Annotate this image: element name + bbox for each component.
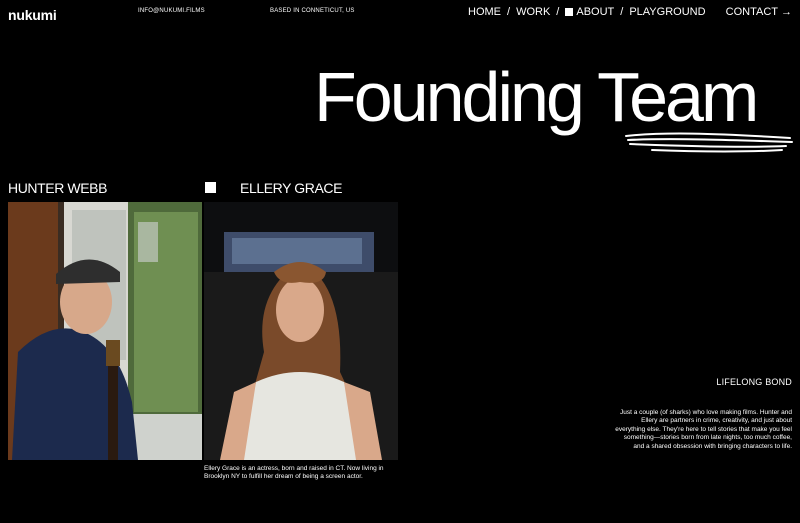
brand-logo[interactable]: nukumi (8, 7, 57, 23)
section-heading: LIFELONG BOND (716, 377, 792, 387)
arrow-right-icon: → (781, 6, 792, 18)
nav-item-work[interactable]: WORK (516, 6, 550, 18)
page-title: Founding Team (314, 58, 759, 136)
nav-item-home[interactable]: HOME (468, 6, 501, 18)
main-nav: HOME / WORK / ABOUT / PLAYGROUND (468, 6, 706, 18)
location-text: BASED IN CONNETICUT, US (270, 8, 355, 14)
email-link[interactable]: INFO@NUKUMI.FILMS (138, 8, 205, 14)
nav-separator: / (620, 6, 624, 18)
underline-scribble-icon (625, 132, 793, 153)
square-icon (205, 182, 216, 193)
nav-item-label: HOME (468, 6, 501, 18)
nav-item-playground[interactable]: PLAYGROUND (629, 6, 705, 18)
ellery-photo (204, 202, 398, 460)
ellery-caption: Ellery Grace is an actress, born and rai… (204, 465, 384, 481)
nav-separator: / (556, 6, 560, 18)
nav-item-about[interactable]: ABOUT (565, 6, 614, 18)
nav-item-label: ABOUT (576, 6, 615, 18)
hunter-photo (8, 202, 202, 460)
member-name-hunter: HUNTER WEBB (8, 180, 108, 196)
nav-separator: / (507, 6, 511, 18)
nav-item-label: PLAYGROUND (629, 6, 706, 18)
contact-link[interactable]: CONTACT → (726, 6, 792, 18)
nav-item-label: WORK (516, 6, 551, 18)
contact-label: CONTACT (725, 6, 778, 18)
member-name-ellery: ELLERY GRACE (240, 180, 343, 196)
team-bio: Just a couple (of sharks) who love makin… (615, 409, 792, 450)
active-indicator-icon (565, 8, 574, 16)
